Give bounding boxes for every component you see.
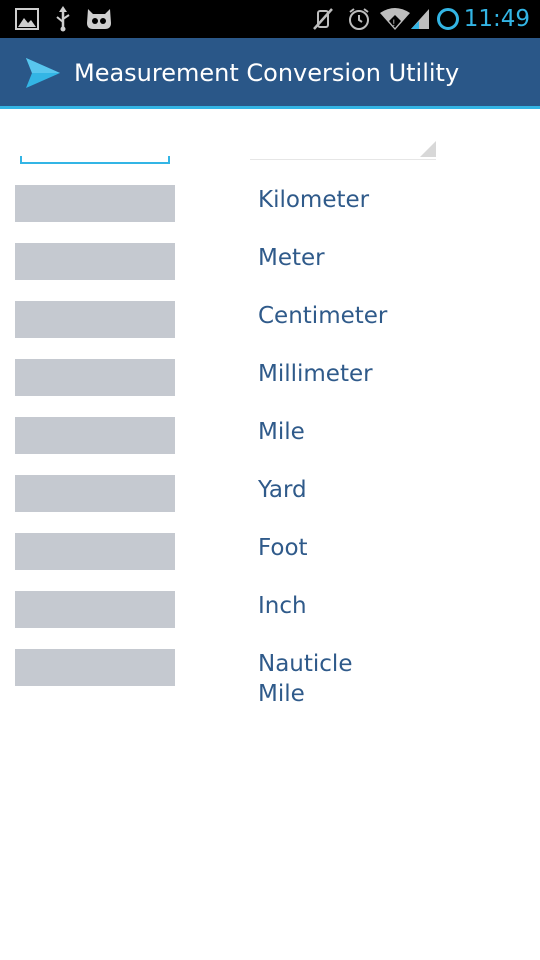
unit-label: Mile	[258, 419, 305, 445]
send-arrow-icon[interactable]	[24, 54, 62, 92]
conversion-row-mile: Mile	[0, 417, 540, 461]
signal-icon	[408, 0, 432, 38]
status-time: 11:49	[463, 6, 530, 32]
result-field[interactable]	[15, 243, 175, 280]
result-field[interactable]	[15, 591, 175, 628]
battery-icon	[434, 0, 462, 38]
wifi-icon: !	[378, 0, 412, 38]
action-bar-divider	[0, 106, 540, 109]
result-field[interactable]	[15, 301, 175, 338]
conversion-row-foot: Foot	[0, 533, 540, 577]
conversion-row-millimeter: Millimeter	[0, 359, 540, 403]
conversion-row-kilometer: Kilometer	[0, 185, 540, 229]
unit-label: Yard	[258, 477, 307, 503]
result-field[interactable]	[15, 533, 175, 570]
usb-icon	[52, 0, 74, 38]
svg-text:!: !	[392, 19, 396, 29]
mute-icon	[310, 0, 336, 38]
value-input[interactable]	[20, 128, 170, 164]
spinner-corner-arrow-icon	[420, 141, 436, 157]
conversion-row-inch: Inch	[0, 591, 540, 635]
unit-label: Kilometer	[258, 187, 370, 213]
alarm-icon	[346, 0, 372, 38]
unit-label: Meter	[258, 245, 325, 271]
conversion-row-centimeter: Centimeter	[0, 301, 540, 345]
image-icon	[14, 0, 40, 38]
conversion-row-meter: Meter	[0, 243, 540, 287]
unit-label: Inch	[258, 593, 307, 619]
unit-label: Centimeter	[258, 303, 388, 329]
cyanogen-mascot-icon	[84, 0, 114, 38]
conversion-row-nauticle-mile: Nauticle Mile	[0, 649, 540, 719]
unit-spinner[interactable]	[250, 130, 436, 160]
result-field[interactable]	[15, 359, 175, 396]
conversion-row-yard: Yard	[0, 475, 540, 519]
input-underline-tick-left	[20, 156, 22, 164]
unit-label: Foot	[258, 535, 308, 561]
result-field[interactable]	[15, 185, 175, 222]
result-field[interactable]	[15, 649, 175, 686]
input-underline-tick-right	[168, 156, 170, 164]
unit-label: Nauticle Mile	[258, 651, 353, 707]
status-bar: ! 11:49	[0, 0, 540, 38]
unit-label: Millimeter	[258, 361, 373, 387]
result-field[interactable]	[15, 475, 175, 512]
result-field[interactable]	[15, 417, 175, 454]
app-title: Measurement Conversion Utility	[74, 59, 460, 87]
